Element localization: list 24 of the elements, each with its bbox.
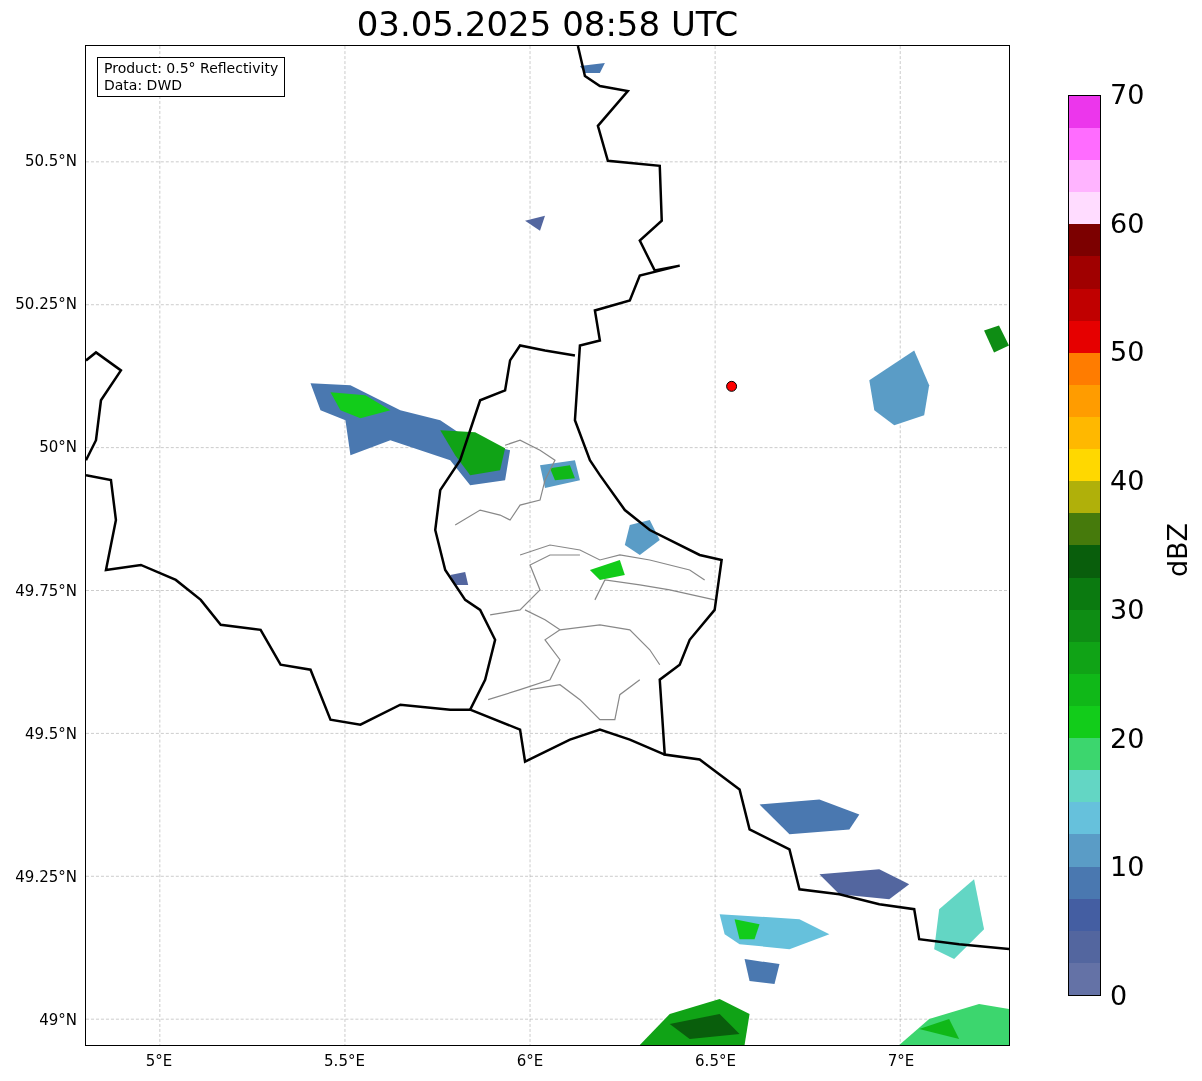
longitude-label: 5°E <box>144 1052 174 1070</box>
colorbar-tick-label: 10 <box>1110 852 1145 883</box>
longitude-label: 6°E <box>515 1052 545 1070</box>
colorbar-tick-label: 60 <box>1110 208 1145 239</box>
longitude-label: 5.5°E <box>323 1052 366 1070</box>
legend-text: Data: DWD <box>104 77 183 94</box>
latitude-label: 49.25°N <box>15 868 77 886</box>
latitude-label: 49°N <box>39 1011 77 1030</box>
longitude-label: 7°E <box>886 1052 916 1070</box>
colorbar-tick-label: 0 <box>1110 981 1128 1011</box>
latitude-label: 50°N <box>39 438 77 457</box>
latitude-label: 49.75°N <box>15 581 77 600</box>
latitude-label: 50.5°N <box>24 152 77 170</box>
latitude-label: 49.5°N <box>24 724 77 743</box>
colorbar-tick-label: 50 <box>1110 337 1145 368</box>
latitude-label: 50.25°N <box>15 295 77 314</box>
colorbar-tick-label: 20 <box>1110 723 1145 754</box>
colorbar-tick-label: 30 <box>1110 594 1145 625</box>
colorbar-axis-label: dBZ <box>1161 521 1194 580</box>
longitude-label: 6.5°E <box>694 1052 737 1070</box>
legend-text: Product: 0.5° Reflectivity <box>104 60 279 77</box>
chart-title: 03.05.2025 08:58 UTC <box>355 4 740 44</box>
colorbar-tick-label: 40 <box>1110 466 1145 497</box>
colorbar-tick-label: 70 <box>1110 80 1145 110</box>
